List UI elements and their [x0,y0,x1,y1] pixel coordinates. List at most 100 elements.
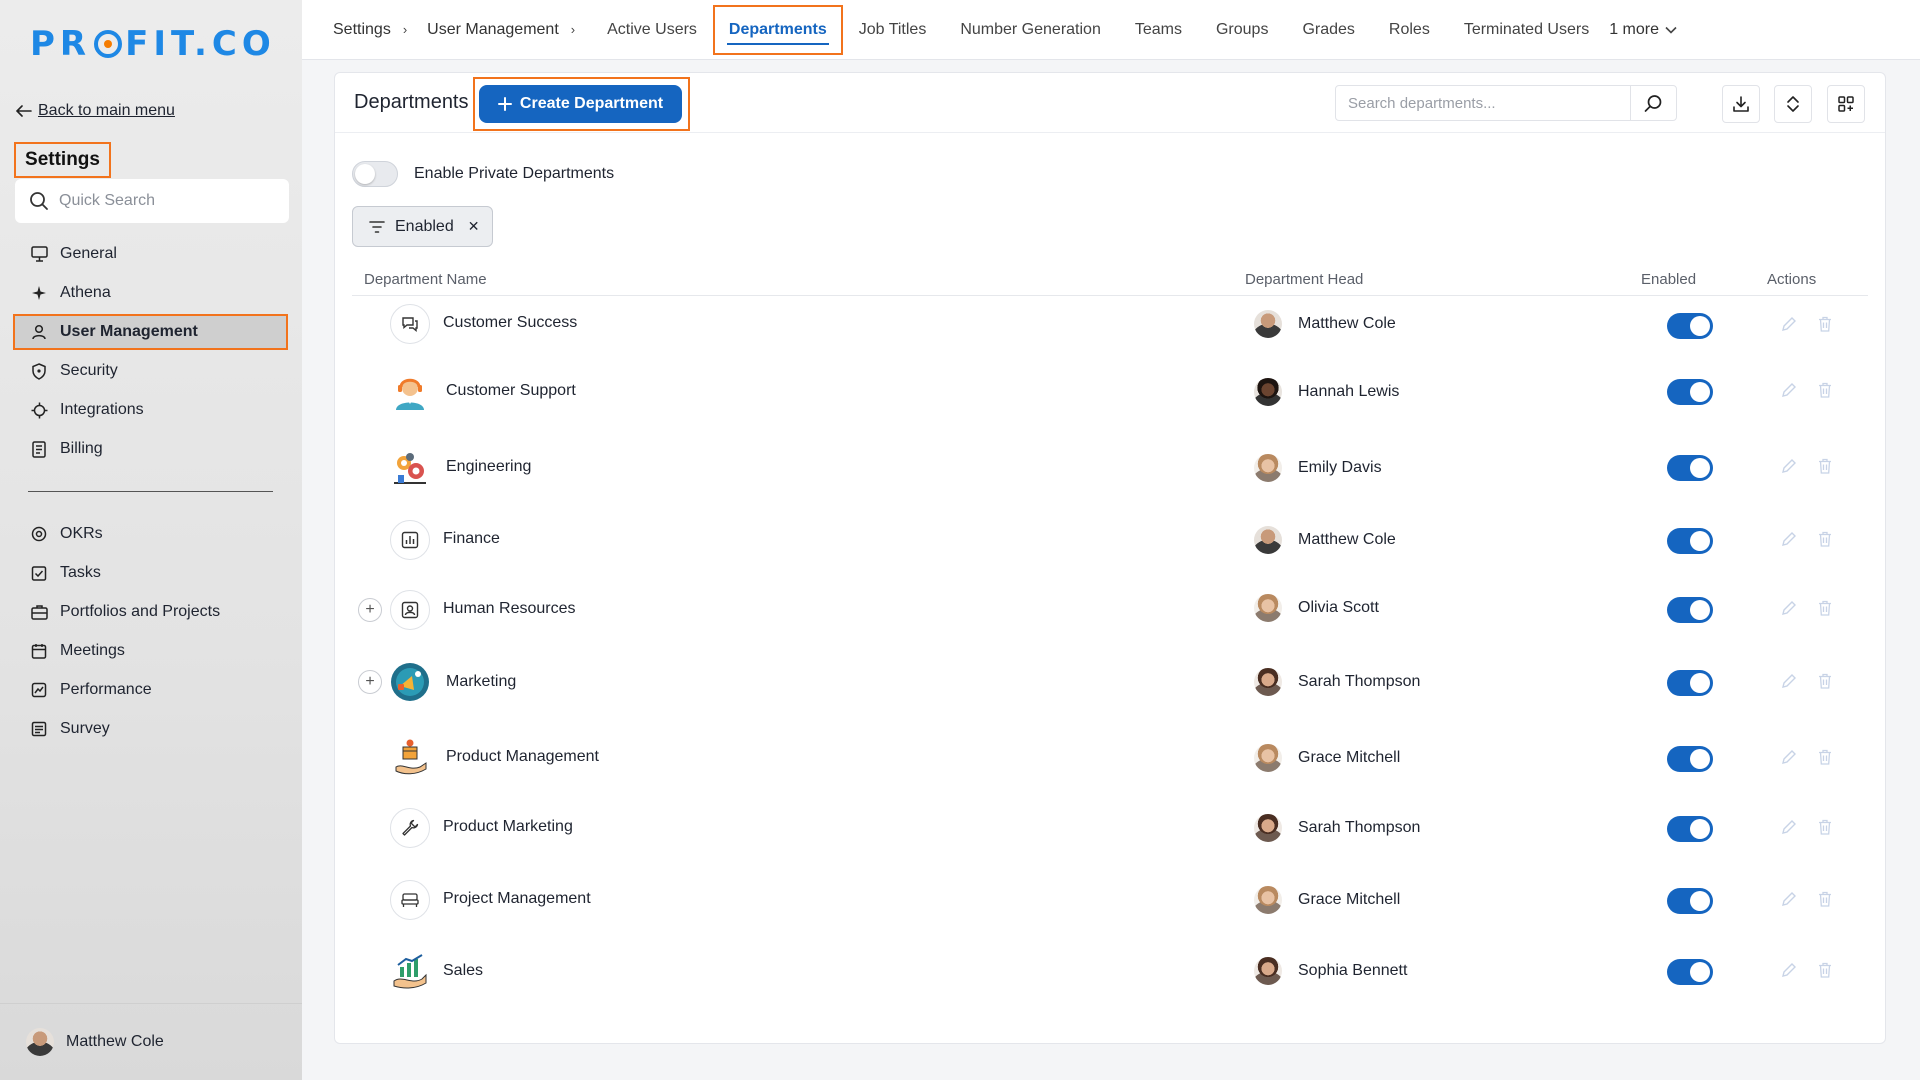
tab-terminated-users[interactable]: Terminated Users [1464,21,1589,39]
sidebar-item-user-management[interactable]: User Management [13,314,288,350]
sidebar-item-general[interactable]: General [0,236,302,272]
sidebar-nav-bottom: OKRs Tasks Portfolios and Projects Meeti… [0,516,302,750]
column-department-name[interactable]: Department Name [364,271,487,288]
sidebar-item-label: Performance [60,681,152,698]
enabled-toggle[interactable] [1667,816,1713,842]
quick-search[interactable] [15,179,289,223]
plus-icon [497,97,512,111]
delete-icon[interactable] [1815,817,1835,837]
edit-icon[interactable] [1779,529,1799,549]
table-row[interactable]: Product Management Grace Mitchell [352,720,1868,795]
edit-icon[interactable] [1779,598,1799,618]
tab-roles[interactable]: Roles [1389,21,1430,39]
column-enabled[interactable]: Enabled [1641,271,1696,288]
quick-search-input[interactable] [59,192,279,210]
sidebar-item-survey[interactable]: Survey [0,711,302,747]
department-head: Olivia Scott [1254,594,1379,622]
edit-icon[interactable] [1779,960,1799,980]
tab-number-generation[interactable]: Number Generation [960,21,1101,39]
sidebar-divider [28,491,273,492]
table-row[interactable]: Product Marketing Sarah Thompson [352,795,1868,867]
tab-departments[interactable]: Departments [712,4,843,55]
delete-icon[interactable] [1815,960,1835,980]
sidebar-item-athena[interactable]: Athena [0,275,302,311]
expand-row-icon[interactable]: + [358,670,382,694]
sort-button[interactable] [1774,85,1812,123]
delete-icon[interactable] [1815,598,1835,618]
delete-icon[interactable] [1815,671,1835,691]
sidebar-item-portfolios[interactable]: Portfolios and Projects [0,594,302,630]
arrow-left-icon [16,105,32,117]
table-row[interactable]: + Marketing Sarah Thompson [352,647,1868,720]
avatar [1254,310,1282,338]
tab-groups[interactable]: Groups [1216,21,1268,39]
sidebar-item-label: Tasks [60,564,101,581]
view-options-button[interactable] [1827,85,1865,123]
edit-icon[interactable] [1779,380,1799,400]
sidebar-item-security[interactable]: Security [0,353,302,389]
enabled-toggle[interactable] [1667,528,1713,554]
sidebar-item-label: Athena [60,284,111,301]
table-row[interactable]: Sales Sophia Bennett [352,937,1868,1010]
sidebar-item-integrations[interactable]: Integrations [0,392,302,428]
search-button[interactable] [1630,86,1676,120]
sidebar-item-okrs[interactable]: OKRs [0,516,302,552]
more-tabs-dropdown[interactable]: 1 more [1609,21,1677,39]
enabled-toggle[interactable] [1667,597,1713,623]
delete-icon[interactable] [1815,456,1835,476]
create-department-highlight: Create Department [473,77,690,131]
delete-icon[interactable] [1815,889,1835,909]
table-row[interactable]: Finance Matthew Cole [352,504,1868,576]
edit-icon[interactable] [1779,671,1799,691]
sidebar-item-tasks[interactable]: Tasks [0,555,302,591]
delete-icon[interactable] [1815,747,1835,767]
enabled-toggle[interactable] [1667,379,1713,405]
tab-teams[interactable]: Teams [1135,21,1182,39]
column-department-head[interactable]: Department Head [1245,271,1363,288]
enabled-toggle[interactable] [1667,746,1713,772]
department-head: Matthew Cole [1254,310,1396,338]
edit-icon[interactable] [1779,817,1799,837]
table-row[interactable]: Engineering Emily Davis [352,429,1868,504]
remove-filter-icon[interactable]: ✕ [468,218,480,235]
table-row[interactable]: Customer Success Matthew Cole [352,296,1868,356]
department-search-input[interactable] [1336,86,1630,120]
download-button[interactable] [1722,85,1760,123]
edit-icon[interactable] [1779,889,1799,909]
tab-grades[interactable]: Grades [1302,21,1354,39]
tab-job-titles[interactable]: Job Titles [859,21,927,39]
delete-icon[interactable] [1815,529,1835,549]
download-icon [1733,96,1749,112]
delete-icon[interactable] [1815,380,1835,400]
delete-icon[interactable] [1815,314,1835,334]
filter-chip-enabled[interactable]: Enabled ✕ [352,206,493,247]
edit-icon[interactable] [1779,456,1799,476]
enabled-toggle[interactable] [1667,313,1713,339]
enabled-toggle[interactable] [1667,455,1713,481]
avatar [1254,594,1282,622]
enabled-toggle[interactable] [1667,670,1713,696]
enabled-toggle[interactable] [1667,888,1713,914]
expand-row-icon[interactable]: + [358,598,382,622]
tab-active-users[interactable]: Active Users [607,21,697,39]
breadcrumb-user-management[interactable]: User Management › [427,21,575,39]
department-head-name: Olivia Scott [1298,599,1379,616]
user-profile[interactable]: Matthew Cole [0,1003,302,1080]
sidebar-item-performance[interactable]: Performance [0,672,302,708]
table-row[interactable]: + Human Resources Olivia Scott [352,576,1868,647]
create-department-button[interactable]: Create Department [479,85,682,123]
table-row[interactable]: Customer Support Hannah Lewis [352,356,1868,429]
chevron-right-icon: › [402,22,408,37]
edit-icon[interactable] [1779,747,1799,767]
table-row[interactable]: Project Management Grace Mitchell [352,867,1868,937]
back-link-label: Back to main menu [38,102,175,119]
edit-icon[interactable] [1779,314,1799,334]
enabled-toggle[interactable] [1667,959,1713,985]
breadcrumb-settings[interactable]: Settings › [333,21,407,39]
department-search[interactable] [1335,85,1677,121]
sidebar-item-meetings[interactable]: Meetings [0,633,302,669]
profit-co-logo[interactable]: PR FIT.CO [30,22,276,66]
sidebar-item-billing[interactable]: Billing [0,431,302,467]
private-departments-toggle[interactable] [352,161,398,187]
back-to-main-menu-link[interactable]: Back to main menu [16,102,175,120]
